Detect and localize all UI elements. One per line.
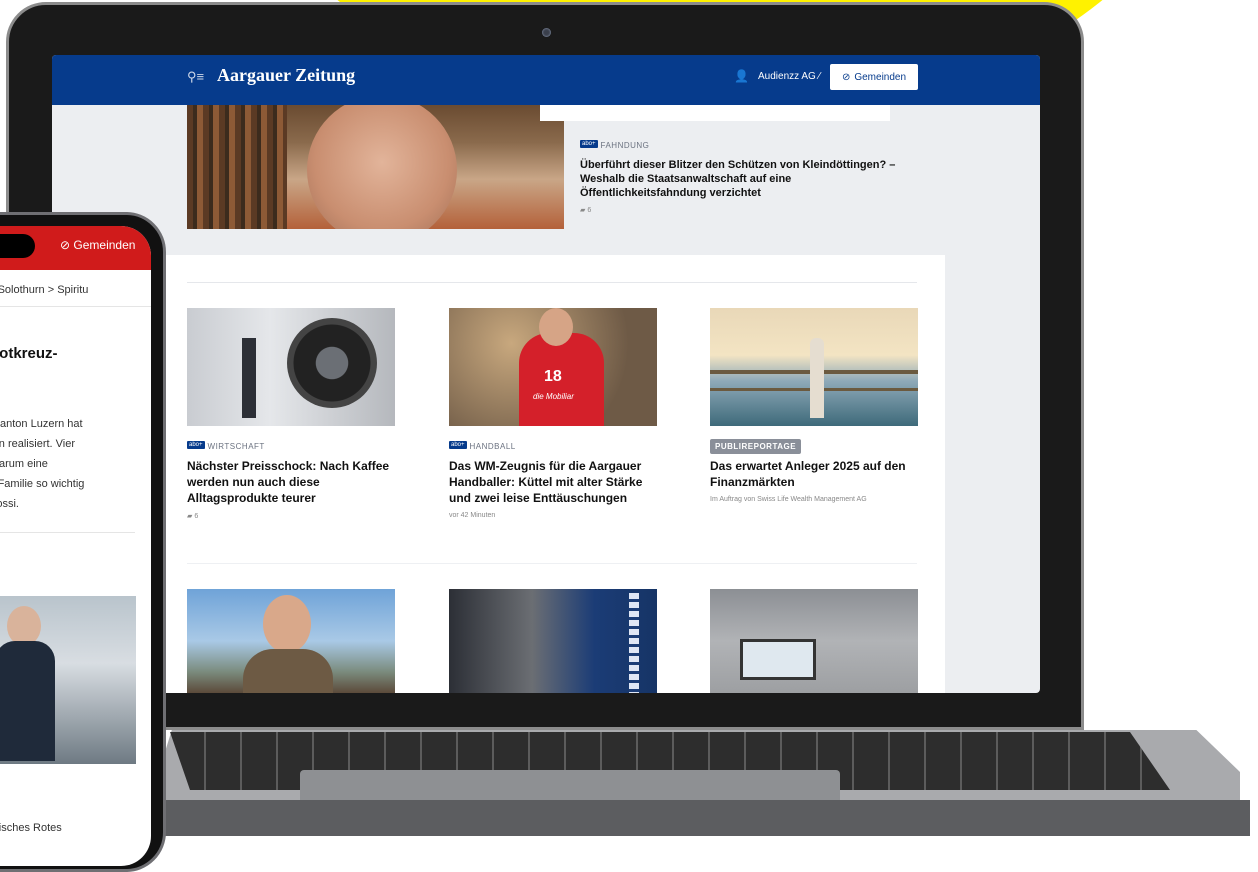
phone-gemeinden-button[interactable]: ⊘ Gemeinden [60, 238, 135, 252]
lead-line: tteo Rossi. [0, 498, 19, 510]
gemeinden-label: Gemeinden [73, 238, 136, 252]
abo-badge: abo+ [580, 139, 598, 148]
featured-title[interactable]: Überführt dieser Blitzer den Schützen vo… [580, 158, 920, 200]
lead-line: d ihre Familie so wichtig [0, 478, 85, 490]
user-icon[interactable]: 👤 [734, 69, 749, 83]
featured-article[interactable]: abo+ FAHNDUNG Überführt dieser Blitzer de… [160, 105, 945, 255]
site-header: ⚲≡ Aargauer Zeitung 👤 Audienzz AG ⁄ ⊘ Ge… [52, 55, 1040, 105]
main-content: abo+ FAHNDUNG Überführt dieser Blitzer de… [160, 105, 945, 693]
divider [187, 282, 917, 283]
divider [0, 532, 135, 533]
article-card-wirtschaft[interactable]: abo+ WIRTSCHAFT Nächster Preisschock: Nac… [187, 308, 397, 520]
card-sponsor: Im Auftrag von Swiss Life Wealth Managem… [710, 496, 867, 503]
featured-image[interactable] [187, 105, 564, 229]
comment-icon: ▰ [187, 513, 193, 520]
article-image[interactable] [710, 308, 918, 426]
featured-comments[interactable]: ▰ 6 [580, 206, 920, 214]
article-image[interactable] [0, 596, 136, 764]
abo-badge: abo+ [187, 440, 205, 449]
phone-notch [0, 234, 35, 258]
site-logo[interactable]: Aargauer Zeitung [217, 65, 355, 86]
article-image-spine[interactable] [449, 589, 657, 693]
laptop-base-front [150, 800, 1250, 836]
featured-text: abo+ FAHNDUNG Überführt dieser Blitzer de… [580, 135, 920, 214]
article-image-room[interactable] [710, 589, 918, 693]
comment-icon: ▰ [580, 207, 586, 214]
user-account-label[interactable]: Audienzz AG ⁄ [758, 71, 820, 82]
divider [187, 563, 917, 564]
publireportage-badge: PUBLIREPORTAGE [710, 439, 802, 454]
compass-icon: ⊘ [841, 71, 851, 83]
article-image[interactable] [187, 308, 395, 426]
card-kicker: WIRTSCHAFT [207, 442, 265, 451]
card-comments[interactable]: ▰ 6 [187, 512, 397, 520]
article-title: n Rotkreuz- [0, 345, 58, 362]
card-kicker: HANDBALL [469, 442, 516, 451]
jersey-number: 18 [544, 368, 562, 385]
article-image-portrait[interactable] [187, 589, 395, 693]
abo-badge: abo+ [449, 440, 467, 449]
bookshelf [187, 105, 287, 229]
featured-banner [540, 105, 890, 121]
phone-screen: ⊘ Gemeinden anton Solothurn > Spiritu n … [0, 226, 151, 866]
card-title[interactable]: Das WM-Zeugnis für die Aargauer Handball… [449, 458, 659, 506]
laptop-screen: ⚲≡ Aargauer Zeitung 👤 Audienzz AG ⁄ ⊘ Ge… [52, 55, 1040, 693]
breadcrumb[interactable]: anton Solothurn > Spiritu [0, 284, 88, 296]
article-image[interactable]: 18 die Mobiliar [449, 308, 657, 426]
card-title[interactable]: Das erwartet Anleger 2025 auf den Finanz… [710, 458, 920, 490]
portrait [307, 105, 457, 229]
search-menu-icon[interactable]: ⚲≡ [187, 69, 204, 85]
article-card-handball[interactable]: 18 die Mobiliar abo+ HANDBALL Das WM-Zeug… [449, 308, 659, 519]
divider [0, 306, 151, 307]
compass-icon: ⊘ [60, 238, 71, 252]
gemeinden-button[interactable]: ⊘ Gemeinden [830, 64, 918, 90]
lead-line: SRK Kanton Luzern hat [0, 418, 83, 430]
comment-count: 6 [194, 513, 199, 520]
article-card-publireportage[interactable]: PUBLIREPORTAGE Das erwartet Anleger 2025… [710, 308, 920, 503]
phone-header: ⊘ Gemeinden [0, 226, 151, 270]
gemeinden-label: Gemeinden [854, 71, 907, 83]
camera-icon [542, 28, 551, 37]
comment-count: 6 [587, 207, 592, 214]
lead-line: Fahrten realisiert. Vier [0, 438, 76, 450]
featured-kicker: FAHNDUNG [600, 141, 650, 150]
lead-line: ard. Warum eine [0, 458, 48, 470]
article-lead: SRK Kanton Luzern hat Fahrten realisiert… [0, 414, 147, 514]
card-timestamp: vor 42 Minuten [449, 512, 496, 519]
card-title[interactable]: Nächster Preisschock: Nach Kaffee werden… [187, 458, 397, 506]
article-text: weizerisches Rotes [0, 822, 62, 834]
jersey-sponsor: die Mobiliar [533, 392, 574, 401]
